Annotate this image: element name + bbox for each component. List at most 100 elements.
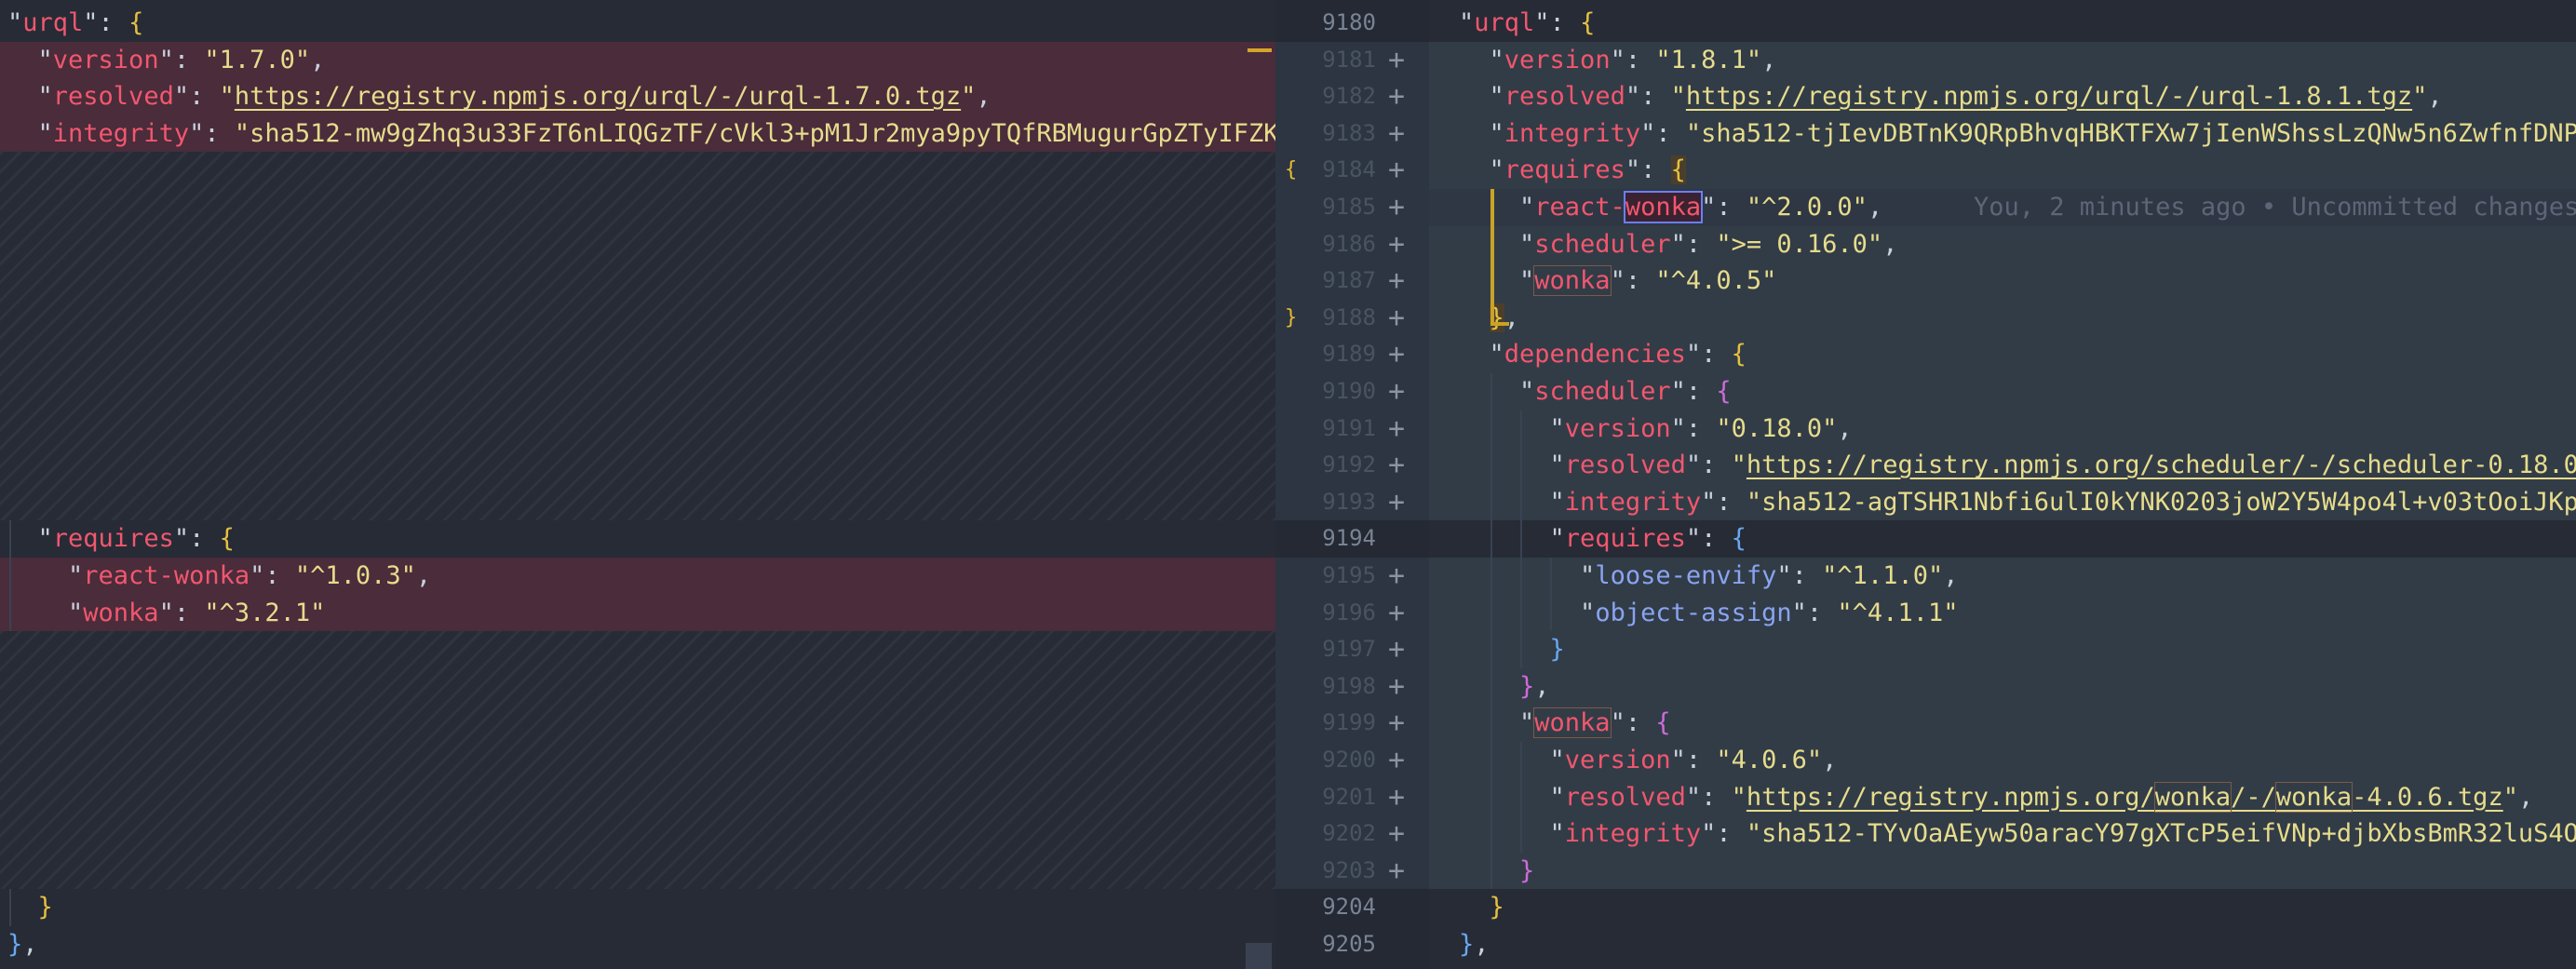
added-line[interactable]: "version": "1.8.1", [1429, 41, 2576, 79]
added-line-marker: + [1387, 817, 1406, 851]
added-line[interactable]: } [1429, 852, 2576, 890]
line-number: 9180 [1322, 9, 1376, 35]
code-token: ": [1670, 377, 1717, 406]
added-line-marker: + [1387, 707, 1406, 740]
code-token: ": [1701, 819, 1747, 849]
added-line[interactable]: "scheduler": ">= 0.16.0", [1429, 225, 2576, 263]
code-token: , [1943, 561, 1959, 590]
added-line[interactable]: "resolved": "https://registry.npmjs.org/… [1429, 778, 2576, 816]
code-token: " [1459, 819, 1565, 849]
added-line-marker: + [1387, 301, 1406, 334]
code-token: "sha512-tjIevDBTnK9QRpBhvqHBKTFXw7jIenWS… [1685, 118, 2576, 148]
code-token: " [7, 45, 53, 74]
left-diff-pane[interactable]: "urql": { "version": "1.7.0", "resolved"… [0, 0, 1275, 969]
code-token: version [1504, 45, 1611, 74]
code-line[interactable]: }, [0, 926, 1275, 963]
code-line[interactable]: } [1429, 889, 2576, 926]
overview-scroll-thumb[interactable] [1246, 943, 1272, 969]
indent-guide [1550, 558, 1552, 632]
code-token: { [1670, 155, 1686, 185]
line-number: 9191 [1322, 414, 1376, 441]
code-token: " [7, 8, 23, 37]
code-token: resolved [52, 82, 174, 112]
added-line-marker: + [1387, 485, 1406, 518]
code-line[interactable]: } [0, 889, 1275, 926]
code-token: " [1459, 782, 1565, 812]
code-token: " [1731, 451, 1747, 480]
gutter-row: 9189 + [1275, 336, 1429, 373]
added-line-marker: + [1387, 780, 1406, 814]
gutter-row: 9199 + [1275, 705, 1429, 742]
added-line[interactable]: "integrity": "sha512-agTSHR1Nbfi6ulI0kYN… [1429, 483, 2576, 521]
removed-line[interactable]: "integrity": "sha512-mw9gZhq3u33FzT6nLIQ… [0, 114, 1275, 153]
added-line[interactable]: "integrity": "sha512-TYvOaAEyw50aracY97g… [1429, 815, 2576, 853]
gutter-row: 9182 + [1275, 78, 1429, 115]
added-line[interactable]: "object-assign": "^4.1.1" [1429, 594, 2576, 632]
added-line[interactable]: "wonka": { [1429, 705, 2576, 742]
added-line[interactable]: "scheduler": { [1429, 373, 2576, 410]
added-line[interactable]: }, [1429, 299, 2576, 337]
added-line[interactable]: "dependencies": { [1429, 336, 2576, 373]
code-line[interactable]: }, [1429, 926, 2576, 963]
code-token: resolved [1504, 82, 1625, 112]
code-token: wonka [1533, 265, 1612, 297]
line-number: 9190 [1322, 378, 1376, 404]
removed-line[interactable]: "resolved": "https://registry.npmjs.org/… [0, 78, 1275, 115]
removed-line[interactable]: "react-wonka": "^1.0.3", [0, 558, 1275, 595]
added-line[interactable]: "requires": { [1429, 152, 2576, 189]
code-token: /-/ [2231, 782, 2276, 812]
indent-guide [1520, 742, 1522, 853]
indent-guide [9, 520, 11, 632]
code-token: } [1549, 635, 1565, 665]
gutter-row: 9196 + [1275, 594, 1429, 632]
code-token: " [7, 598, 84, 627]
added-line[interactable]: } [1429, 631, 2576, 668]
gutter-row: 9201 + [1275, 778, 1429, 816]
added-line[interactable]: "wonka": "^4.0.5" [1429, 262, 2576, 300]
added-line-marker: + [1387, 744, 1406, 776]
code-token: " [1459, 229, 1535, 259]
added-line[interactable]: "react-wonka": "^2.0.0", You, 2 minutes a… [1429, 189, 2576, 226]
code-token: " [1459, 193, 1535, 222]
added-line[interactable]: "version": "0.18.0", [1429, 410, 2576, 448]
added-line[interactable]: "integrity": "sha512-tjIevDBTnK9QRpBhvqH… [1429, 114, 2576, 153]
line-number: 9193 [1322, 488, 1376, 515]
right-diff-pane[interactable]: "urql": { "version": "1.8.1", "resolved"… [1429, 0, 2576, 969]
indent-guide [9, 889, 11, 926]
code-token: "^3.2.1" [204, 598, 326, 627]
removed-line[interactable]: "version": "1.7.0", [0, 41, 1275, 79]
gutter-row: 9194 [1275, 520, 1429, 558]
code-token: requires [1564, 524, 1686, 554]
code-token: ": [1625, 82, 1671, 112]
code-token: " [1459, 746, 1565, 774]
line-number: 9198 [1322, 672, 1376, 699]
code-token: " [219, 82, 235, 112]
added-line[interactable]: }, [1429, 667, 2576, 706]
line-number: 9200 [1322, 747, 1376, 773]
code-token: ": [1701, 193, 1747, 222]
code-token: "0.18.0" [1716, 413, 1838, 443]
added-line[interactable]: "version": "4.0.6", [1429, 742, 2576, 779]
code-line[interactable]: "urql": { [0, 5, 1275, 42]
added-line[interactable]: "resolved": "https://registry.npmjs.org/… [1429, 447, 2576, 484]
code-token: https://registry.npmjs.org/scheduler/-/s… [1746, 451, 2576, 480]
code-token: , [976, 82, 991, 112]
code-line[interactable]: "requires": { [1429, 520, 2576, 558]
code-token: } [7, 930, 23, 959]
code-line[interactable]: "urql": { [1429, 5, 2576, 42]
line-number: 9189 [1322, 341, 1376, 368]
added-line[interactable]: "resolved": "https://registry.npmjs.org/… [1429, 78, 2576, 115]
added-line-marker: + [1387, 264, 1406, 298]
code-token: wonka [1533, 707, 1612, 739]
added-line[interactable]: "loose-envify": "^1.1.0", [1429, 558, 2576, 595]
gutter-row: 9180 [1275, 5, 1429, 42]
code-token: " [1459, 413, 1565, 443]
code-token: { [1731, 524, 1747, 554]
removed-line[interactable]: "wonka": "^3.2.1" [0, 594, 1275, 632]
code-token: " [7, 561, 84, 590]
code-token: "^4.1.1" [1837, 598, 1959, 627]
code-line[interactable]: "requires": { [0, 520, 1275, 558]
gutter-row: 9204 [1275, 889, 1429, 926]
